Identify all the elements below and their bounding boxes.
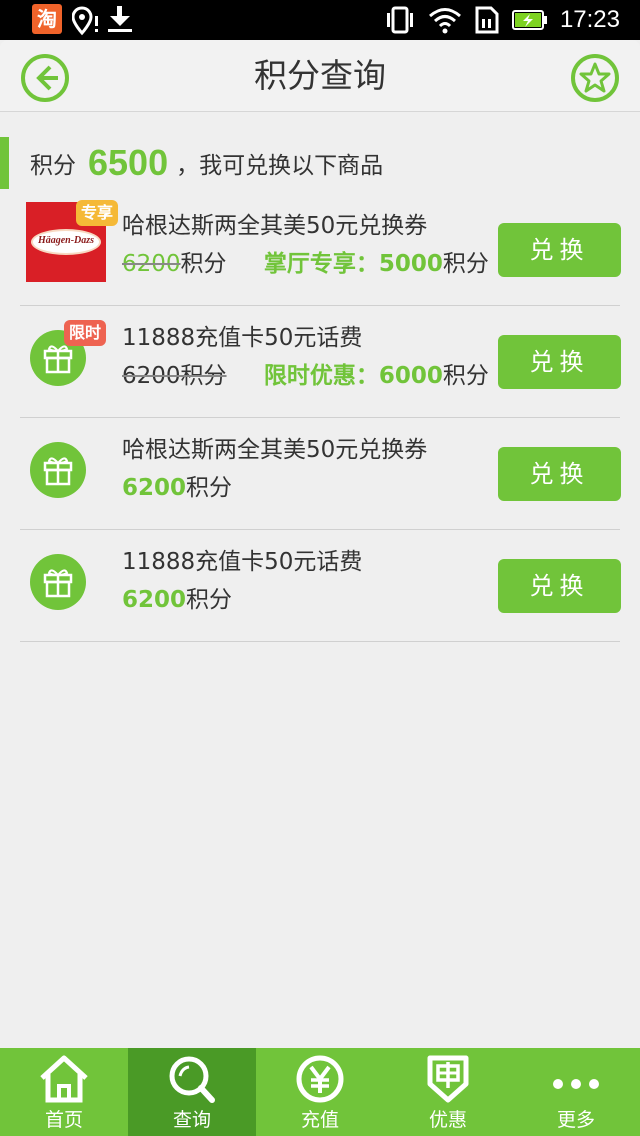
redeem-button[interactable]: 兑换 <box>498 223 621 277</box>
download-icon <box>108 6 132 32</box>
sim-card-icon <box>475 6 499 34</box>
redeem-button[interactable]: 兑换 <box>498 559 621 613</box>
points-unit: 积分 <box>186 475 233 501</box>
item-price: 6200积分 掌厅专享：5000积分 <box>122 244 489 278</box>
promo-label: 限时优惠： <box>263 363 379 389</box>
more-icon <box>553 1079 599 1089</box>
gift-icon <box>30 442 86 498</box>
points-unit: 积分 <box>442 251 489 277</box>
exclusive-badge: 专享 <box>76 200 119 226</box>
yuan-icon <box>296 1055 344 1103</box>
tab-home[interactable]: 首页 <box>0 1048 128 1136</box>
promo-points: 5000 <box>378 251 443 277</box>
redeem-button[interactable]: 兑换 <box>498 447 621 501</box>
points-unit: 积分 <box>442 363 489 389</box>
coupon-icon <box>427 1055 469 1103</box>
status-bar: 淘 17:23 <box>0 0 640 40</box>
bottom-tab-bar: 首页 查询 充值 优惠 更多 <box>0 1048 640 1136</box>
tab-label: 查询 <box>172 1109 211 1131</box>
points-value: 6200 <box>122 587 187 613</box>
accent-bar <box>0 137 9 189</box>
points-prefix: 积分 <box>30 152 76 179</box>
item-title: 哈根达斯两全其美50元兑换券 <box>122 437 428 463</box>
item-title: 11888充值卡50元话费 <box>122 549 363 575</box>
original-points: 6200 <box>122 363 181 389</box>
gift-icon <box>30 554 86 610</box>
redeem-button[interactable]: 兑换 <box>498 335 621 389</box>
tab-more[interactable]: 更多 <box>512 1048 640 1136</box>
tab-search[interactable]: 查询 <box>128 1048 256 1136</box>
list-item[interactable]: Häagen-Dazs 专享 哈根达斯两全其美50元兑换券 6200积分 掌厅专… <box>20 194 621 306</box>
points-unit: 积分 <box>180 363 227 389</box>
tab-offers[interactable]: 优惠 <box>384 1048 512 1136</box>
list-item[interactable]: 11888充值卡50元话费 6200积分 兑换 <box>20 530 621 642</box>
taobao-notification-icon: 淘 <box>32 4 62 34</box>
promo-points: 6000 <box>378 363 443 389</box>
points-value: 6500 <box>88 141 169 183</box>
item-title: 哈根达斯两全其美50元兑换券 <box>122 213 428 239</box>
vibrate-icon <box>386 6 413 34</box>
item-title: 11888充值卡50元话费 <box>122 325 363 351</box>
promo-label: 掌厅专享： <box>263 251 379 277</box>
home-icon <box>40 1055 88 1103</box>
item-price: 6200积分 <box>122 468 232 502</box>
points-suffix: ，我可兑换以下商品 <box>176 152 384 179</box>
location-alert-icon <box>72 6 98 36</box>
tab-label: 充值 <box>300 1109 339 1131</box>
navigation-header: 积分查询 <box>0 40 640 112</box>
tab-label: 优惠 <box>428 1109 467 1131</box>
battery-charging-icon <box>511 10 547 30</box>
tab-label: 更多 <box>556 1109 595 1131</box>
points-value: 6200 <box>122 475 187 501</box>
favorite-star-icon[interactable] <box>570 53 620 103</box>
clock: 17:23 <box>559 6 620 33</box>
list-item[interactable]: 哈根达斯两全其美50元兑换券 6200积分 兑换 <box>20 418 621 530</box>
limited-time-badge: 限时 <box>64 320 107 346</box>
original-points: 6200 <box>122 251 181 277</box>
wifi-icon <box>428 8 461 34</box>
points-unit: 积分 <box>180 251 227 277</box>
page-title: 积分查询 <box>254 56 386 95</box>
item-price: 6200积分 限时优惠：6000积分 <box>122 356 489 390</box>
item-price: 6200积分 <box>122 580 232 614</box>
list-item[interactable]: 限时 11888充值卡50元话费 6200积分 限时优惠：6000积分 兑换 <box>20 306 621 418</box>
search-icon <box>169 1056 215 1103</box>
tab-label: 首页 <box>44 1109 83 1131</box>
points-unit: 积分 <box>186 587 233 613</box>
tab-recharge[interactable]: 充值 <box>256 1048 384 1136</box>
points-summary: 积分 6500 ，我可兑换以下商品 <box>0 135 640 190</box>
